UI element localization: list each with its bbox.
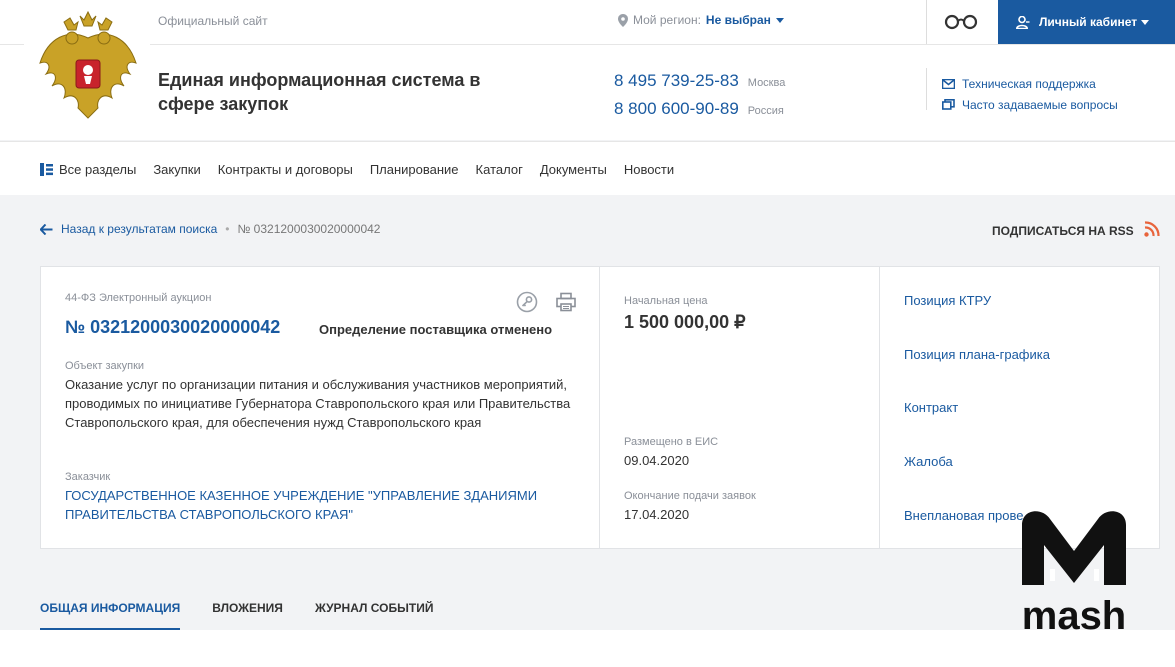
breadcrumb: Назад к результатам поиска • № 032120003… (40, 222, 380, 236)
posted-date: 09.04.2020 (624, 453, 690, 468)
personal-cabinet-button[interactable]: Личный кабинет (998, 0, 1175, 44)
nav-item-planning[interactable]: Планирование (370, 162, 459, 177)
purchase-type: 44-ФЗ Электронный аукцион (65, 292, 212, 304)
object-label: Объект закупки (65, 360, 145, 372)
content-area (0, 630, 1175, 667)
header: Официальный сайт Единая информационная с… (0, 0, 1175, 140)
key-icon[interactable] (516, 291, 538, 313)
nav-item-news[interactable]: Новости (624, 162, 674, 177)
nav-item-purchases[interactable]: Закупки (153, 162, 200, 177)
link-plan-schedule-position[interactable]: Позиция плана-графика (904, 347, 1050, 362)
coat-of-arms-logo[interactable] (28, 8, 148, 126)
posted-label: Размещено в ЕИС (624, 436, 719, 448)
support-link-label: Часто задаваемые вопросы (962, 97, 1118, 112)
nav-item-all-sections[interactable]: Все разделы (40, 162, 136, 177)
end-date: 17.04.2020 (624, 507, 690, 522)
vertical-divider (926, 0, 927, 44)
phone-row: 8 800 600-90-89 Россия (614, 99, 785, 127)
official-site-label: Официальный сайт (158, 14, 268, 28)
price-label: Начальная цена (624, 295, 708, 307)
tab-event-log[interactable]: ЖУРНАЛ СОБЫТИЙ (315, 601, 434, 630)
support-link-label: Техническая поддержка (962, 76, 1096, 91)
mash-watermark-logo: mash (1022, 511, 1127, 635)
phone-number[interactable]: 8 495 739-25-83 (614, 71, 739, 91)
header-divider (150, 44, 1175, 45)
nav-item-contracts[interactable]: Контракты и договоры (218, 162, 353, 177)
link-complaint[interactable]: Жалоба (904, 454, 953, 469)
region-value[interactable]: Не выбран (706, 13, 771, 27)
sections-icon (40, 162, 53, 176)
end-label: Окончание подачи заявок (624, 490, 756, 502)
phone-area: Москва (747, 77, 786, 89)
breadcrumb-current: № 0321200030020000042 (237, 222, 381, 236)
support-link-faq[interactable]: Часто задаваемые вопросы (942, 94, 1118, 115)
main-nav: Все разделы Закупки Контракты и договоры… (0, 141, 1175, 195)
rss-subscribe-link[interactable]: ПОДПИСАТЬСЯ НА RSS (992, 224, 1134, 238)
back-label: Назад к результатам поиска (61, 222, 218, 236)
print-icon[interactable] (556, 292, 576, 312)
nav-item-label: Все разделы (59, 161, 137, 177)
accessibility-glasses-icon[interactable] (944, 12, 978, 32)
tab-attachments[interactable]: ВЛОЖЕНИЯ (212, 601, 283, 630)
region-label: Мой регион: (633, 13, 701, 27)
tab-general-info[interactable]: ОБЩАЯ ИНФОРМАЦИЯ (40, 601, 181, 630)
user-icon (1016, 15, 1030, 29)
link-unscheduled-inspection[interactable]: Внеплановая прове (904, 508, 1023, 523)
purchase-number[interactable]: № 0321200030020000042 (65, 317, 280, 338)
object-text: Оказание услуг по организации питания и … (65, 377, 571, 430)
tabs: ОБЩАЯ ИНФОРМАЦИЯ ВЛОЖЕНИЯ ЖУРНАЛ СОБЫТИЙ (40, 601, 465, 630)
purchase-price-dates: Начальная цена 1 500 000,00 ₽ Размещено … (600, 267, 880, 548)
breadcrumb-separator: • (225, 222, 230, 236)
chevron-down-icon (1141, 19, 1150, 25)
phone-list: 8 495 739-25-83 Москва 8 800 600-90-89 Р… (614, 71, 785, 127)
site-title[interactable]: Единая информационная система в сфере за… (158, 68, 498, 116)
back-to-results-link[interactable]: Назад к результатам поиска (40, 222, 217, 236)
phone-area: Россия (747, 105, 784, 117)
mail-icon (942, 78, 955, 89)
customer-label: Заказчик (65, 471, 111, 483)
vertical-divider (926, 68, 927, 110)
watermark-text: mash (1022, 594, 1127, 635)
nav-item-catalog[interactable]: Каталог (476, 162, 523, 177)
link-contract[interactable]: Контракт (904, 400, 958, 415)
phone-row: 8 495 739-25-83 Москва (614, 71, 785, 99)
location-pin-icon (618, 13, 628, 27)
nav-item-documents[interactable]: Документы (540, 162, 607, 177)
chevron-down-icon (775, 17, 784, 23)
rss-icon[interactable] (1144, 221, 1160, 237)
purchase-card: 44-ФЗ Электронный аукцион № 032120003002… (40, 266, 1160, 549)
purchase-main-info: 44-ФЗ Электронный аукцион № 032120003002… (41, 267, 600, 548)
header-divider (0, 44, 24, 45)
customer-link[interactable]: ГОСУДАРСТВЕННОЕ КАЗЕННОЕ УЧРЕЖДЕНИЕ "УПР… (65, 486, 585, 524)
link-ktru-position[interactable]: Позиция КТРУ (904, 293, 991, 308)
purchase-status: Определение поставщика отменено (319, 322, 553, 337)
support-links: Техническая поддержка Часто задаваемые в… (942, 73, 1118, 115)
price-value: 1 500 000,00 ₽ (624, 312, 746, 332)
faq-icon (942, 99, 955, 110)
arrow-left-icon (40, 223, 53, 235)
support-link-tech[interactable]: Техническая поддержка (942, 73, 1118, 94)
cabinet-label: Личный кабинет (1039, 15, 1138, 29)
phone-number[interactable]: 8 800 600-90-89 (614, 99, 739, 119)
region-selector[interactable]: Мой регион: Не выбран (618, 13, 784, 27)
